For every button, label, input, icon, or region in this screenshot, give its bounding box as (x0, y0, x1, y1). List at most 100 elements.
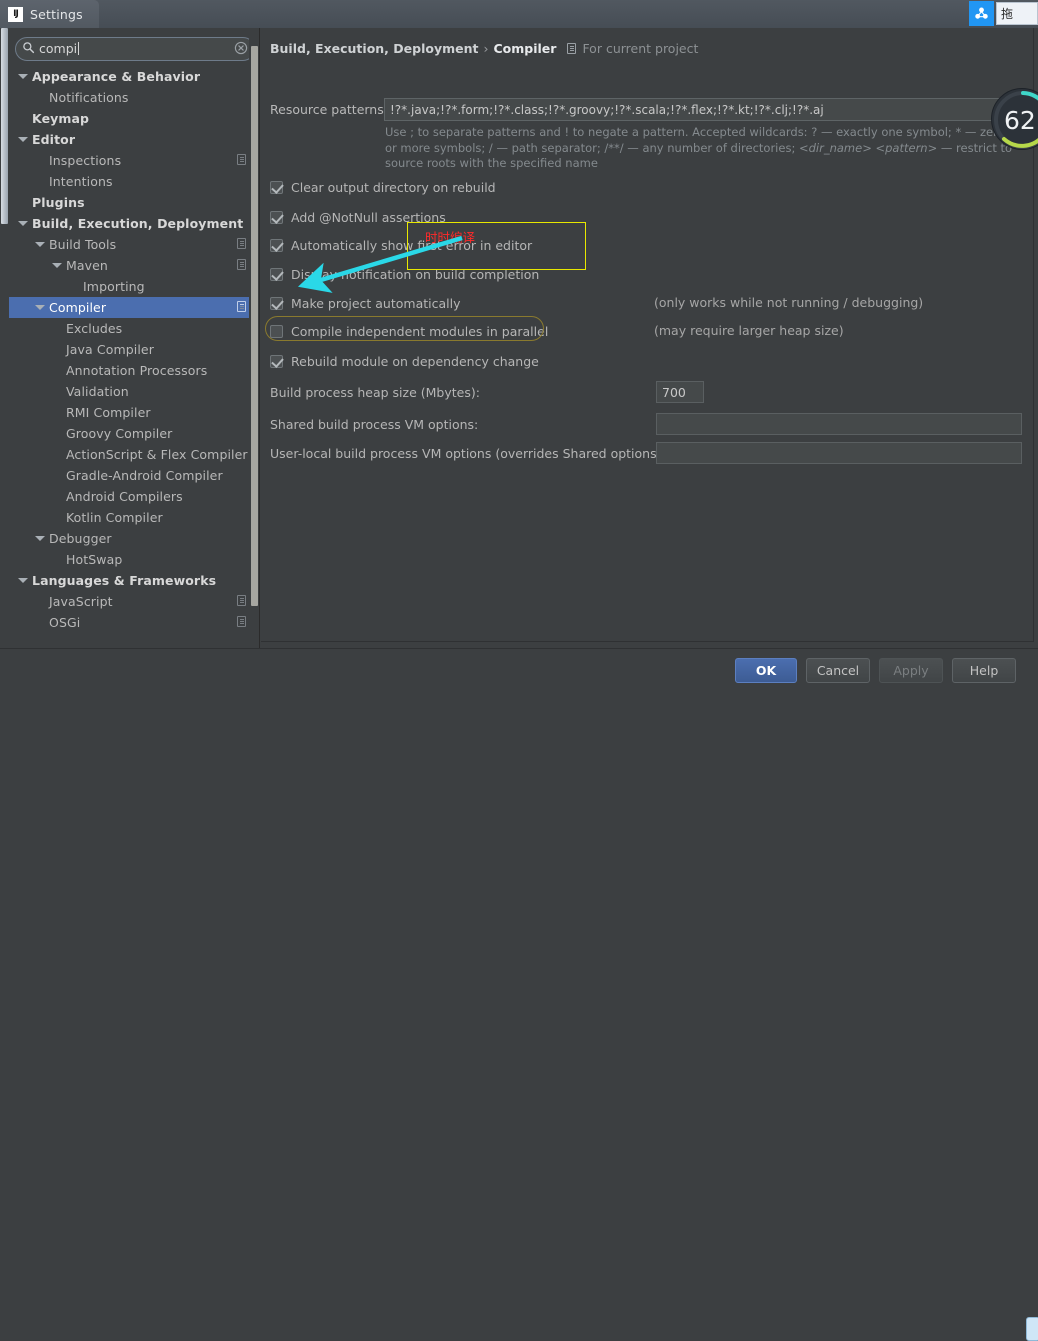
sidebar-item-intentions[interactable]: Intentions (9, 171, 254, 192)
chevron-down-icon[interactable] (52, 260, 63, 271)
checkbox-checked-icon[interactable] (270, 238, 283, 252)
drag-tooltip-chip[interactable]: 拖 (996, 2, 1038, 25)
sidebar-item-label: Intentions (49, 174, 113, 189)
settings-sidebar: compi Appearance & Behavior Notifications… (9, 28, 260, 648)
text-caret (78, 42, 80, 55)
sidebar-item-kotlin-compiler[interactable]: Kotlin Compiler (9, 507, 254, 528)
checkbox-row-add-notnull-assertions[interactable]: Add @NotNull assertions (270, 208, 446, 226)
sidebar-item-build-tools[interactable]: Build Tools (9, 234, 254, 255)
breadcrumb-path[interactable]: Build, Execution, Deployment (270, 41, 478, 56)
sidebar-item-plugins[interactable]: Plugins (9, 192, 254, 213)
sidebar-item-excludes[interactable]: Excludes (9, 318, 254, 339)
sidebar-item-label: Compiler (49, 300, 107, 315)
edge-chip-indicator[interactable] (1026, 1317, 1038, 1341)
help-line-4: the specified name (487, 156, 598, 170)
performance-gauge-widget[interactable]: 62 (991, 88, 1038, 150)
sidebar-item-actionscript-flex-compiler[interactable]: ActionScript & Flex Compiler (9, 444, 254, 465)
cloud-disk-icon[interactable] (969, 1, 994, 26)
sidebar-scrollbar-thumb[interactable] (251, 46, 258, 606)
chevron-down-icon[interactable] (18, 134, 29, 145)
checkbox-row-make-project-automatically[interactable]: Make project automatically (270, 294, 460, 312)
sidebar-item-maven[interactable]: Maven (9, 255, 254, 276)
sidebar-item-label: Plugins (32, 195, 85, 210)
checkbox-label: Clear output directory on rebuild (291, 179, 496, 195)
clear-icon[interactable] (234, 41, 248, 58)
chevron-down-icon[interactable] (35, 302, 46, 313)
field-input-shared-build-process-vm-options[interactable] (656, 413, 1022, 435)
chevron-down-icon[interactable] (18, 71, 29, 82)
sidebar-item-rmi-compiler[interactable]: RMI Compiler (9, 402, 254, 423)
checkbox-checked-icon[interactable] (270, 267, 283, 281)
sidebar-item-inspections[interactable]: Inspections (9, 150, 254, 171)
chevron-down-icon[interactable] (35, 533, 46, 544)
sidebar-item-label: Android Compilers (66, 489, 183, 504)
checkbox-label: Display notification on build completion (291, 266, 540, 282)
outer-vertical-scrollbar[interactable] (0, 28, 9, 648)
sidebar-item-gradle-android-compiler[interactable]: Gradle-Android Compiler (9, 465, 254, 486)
checkbox-label: Rebuild module on dependency change (291, 353, 539, 369)
chevron-down-icon[interactable] (18, 218, 29, 229)
sidebar-item-javascript[interactable]: JavaScript (9, 591, 254, 612)
sidebar-vertical-scrollbar[interactable] (249, 28, 259, 648)
resource-patterns-label: Resource patterns: (270, 102, 388, 117)
sidebar-item-label: Editor (32, 132, 76, 147)
search-field-wrapper: compi (15, 37, 255, 61)
checkbox-unchecked-icon[interactable] (270, 324, 283, 338)
sidebar-item-hotswap[interactable]: HotSwap (9, 549, 254, 570)
sidebar-item-debugger[interactable]: Debugger (9, 528, 254, 549)
field-input-user-local-build-process-vm-options-overrides-shared-options[interactable] (656, 442, 1022, 464)
ok-button[interactable]: OK (735, 658, 797, 683)
sidebar-item-languages-frameworks[interactable]: Languages & Frameworks (9, 570, 254, 591)
settings-content-panel: Build, Execution, Deployment › Compiler … (261, 28, 1038, 648)
window-title-tab: IJ Settings (0, 0, 99, 28)
sidebar-item-groovy-compiler[interactable]: Groovy Compiler (9, 423, 254, 444)
sidebar-item-label: Inspections (49, 153, 122, 168)
sidebar-item-validation[interactable]: Validation (9, 381, 254, 402)
checkbox-row-automatically-show-first-error-in-editor[interactable]: Automatically show first error in editor (270, 236, 532, 254)
checkbox-row-clear-output-directory-on-rebuild[interactable]: Clear output directory on rebuild (270, 178, 496, 196)
checkbox-row-compile-independent-modules-in-parallel[interactable]: Compile independent modules in parallel (270, 322, 548, 340)
project-config-badge-icon (237, 259, 248, 271)
checkbox-row-display-notification-on-build-completion[interactable]: Display notification on build completion (270, 265, 539, 283)
sidebar-item-compiler[interactable]: Compiler (9, 297, 254, 318)
settings-tree[interactable]: Appearance & Behavior Notifications Keymap… (9, 66, 254, 644)
breadcrumb-separator: › (483, 41, 489, 56)
sidebar-item-notifications[interactable]: Notifications (9, 87, 254, 108)
title-bar: IJ Settings 拖 (0, 0, 1038, 28)
field-label: User-local build process VM options (ove… (270, 446, 666, 461)
checkbox-checked-icon[interactable] (270, 354, 283, 368)
apply-button[interactable]: Apply (879, 658, 943, 683)
checkbox-checked-icon[interactable] (270, 210, 283, 224)
help-button[interactable]: Help (952, 658, 1016, 683)
sidebar-item-annotation-processors[interactable]: Annotation Processors (9, 360, 254, 381)
chevron-down-icon[interactable] (18, 575, 29, 586)
intellij-logo-icon: IJ (8, 6, 23, 22)
field-input-build-process-heap-size-mbytes[interactable]: 700 (656, 381, 704, 403)
sidebar-item-android-compilers[interactable]: Android Compilers (9, 486, 254, 507)
checkbox-checked-icon[interactable] (270, 180, 283, 194)
cancel-button[interactable]: Cancel (806, 658, 870, 683)
sidebar-item-appearance-behavior[interactable]: Appearance & Behavior (9, 66, 254, 87)
chevron-down-icon[interactable] (35, 239, 46, 250)
search-input[interactable]: compi (15, 37, 255, 61)
sidebar-item-editor[interactable]: Editor (9, 129, 254, 150)
sidebar-item-java-compiler[interactable]: Java Compiler (9, 339, 254, 360)
outer-scrollbar-thumb[interactable] (1, 28, 8, 224)
resource-patterns-input[interactable]: !?*.java;!?*.form;!?*.class;!?*.groovy;!… (384, 98, 1008, 121)
search-icon (22, 41, 35, 57)
sidebar-item-osgi[interactable]: OSGi (9, 612, 254, 633)
checkbox-row-rebuild-module-on-dependency-change[interactable]: Rebuild module on dependency change (270, 352, 539, 370)
checkbox-checked-icon[interactable] (270, 296, 283, 310)
sidebar-item-build-execution-deployment[interactable]: Build, Execution, Deployment (9, 213, 254, 234)
sidebar-item-importing[interactable]: Importing (9, 276, 254, 297)
sidebar-item-keymap[interactable]: Keymap (9, 108, 254, 129)
